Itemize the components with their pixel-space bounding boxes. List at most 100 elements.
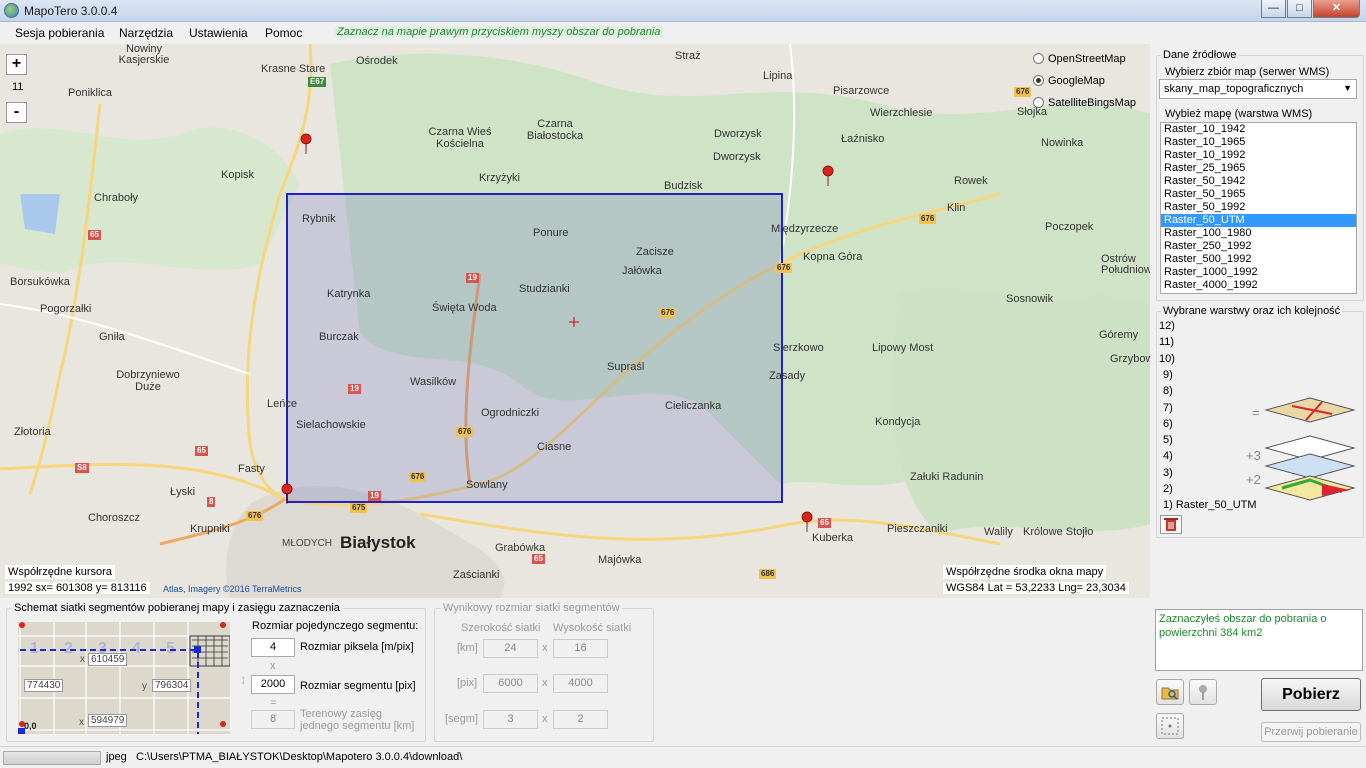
- pixel-size-input[interactable]: 4: [251, 638, 295, 657]
- layer-order-item: 11): [1159, 336, 1175, 349]
- place-label: Święta Woda: [432, 302, 497, 314]
- order-group-label: Wybrane warstwy oraz ich kolejność: [1161, 305, 1343, 317]
- layer-item[interactable]: Raster_10_1992: [1161, 149, 1356, 162]
- layer-order-item: 3): [1163, 466, 1173, 479]
- menu-help[interactable]: Pomoc: [265, 26, 302, 40]
- place-label: Kopisk: [221, 169, 255, 181]
- source-osm-radio[interactable]: OpenStreetMap: [1033, 53, 1126, 65]
- times-sign: x: [542, 713, 548, 725]
- place-label: Leńce: [267, 398, 297, 410]
- source-bing-radio[interactable]: SatelliteBingsMap: [1033, 97, 1136, 109]
- radio-checked-icon: [1033, 75, 1044, 86]
- cursor-coords-label: Współrzędne kursora: [5, 565, 115, 579]
- layer-list[interactable]: Raster_10_1942 Raster_10_1965 Raster_10_19…: [1160, 122, 1357, 294]
- place-label: Słojka: [1017, 106, 1047, 118]
- zoom-in-button[interactable]: +: [6, 54, 27, 75]
- layer-order-item: 9): [1163, 368, 1173, 381]
- delete-layer-button[interactable]: [1160, 515, 1182, 534]
- place-label: Budzisk: [664, 180, 703, 192]
- segment-size-label: Rozmiar segmentu [pix]: [300, 680, 416, 692]
- menu-bar: Sesja pobierania Narzędzia Ustawienia Po…: [0, 22, 1366, 44]
- layer-item[interactable]: Raster_25_1965: [1161, 162, 1356, 175]
- place-label: Ogrodniczki: [481, 407, 540, 419]
- layer-item[interactable]: Raster_1000_1992: [1161, 266, 1356, 279]
- segment-range-label: Terenowy zasięg jednego segmentu [km]: [300, 708, 415, 732]
- grid-height-label: Wysokość siatki: [553, 622, 632, 634]
- layer-item[interactable]: Raster_50_1942: [1161, 175, 1356, 188]
- place-label: Dobrzyniewo Duże: [116, 369, 180, 393]
- place-label: Sierzkowo: [773, 342, 824, 354]
- road-shield: 19: [368, 491, 381, 501]
- place-label: Ponure: [533, 227, 569, 239]
- grid-height-field: 16: [553, 639, 608, 658]
- grid-cell-number: 5: [166, 640, 175, 657]
- axis-label: y: [142, 681, 147, 692]
- source-google-radio[interactable]: GoogleMap: [1033, 75, 1105, 87]
- road-shield: 676: [775, 263, 793, 273]
- times-sign: x: [542, 677, 548, 689]
- layer-item[interactable]: Raster_100_1980: [1161, 227, 1356, 240]
- map-view[interactable]: + 11 - OpenStreetMap GoogleMap Satellite…: [0, 44, 1150, 598]
- road-shield: 676: [659, 308, 677, 318]
- grid-width-field: 6000: [483, 674, 538, 693]
- place-label: Ośrodek: [356, 55, 398, 67]
- place-label: Krupniki: [190, 523, 230, 535]
- open-folder-button[interactable]: [1156, 679, 1184, 705]
- layer-item[interactable]: Raster_50_UTM: [1161, 214, 1356, 227]
- place-label: Poczopek: [1045, 221, 1094, 233]
- unit-label: [segm]: [445, 713, 479, 725]
- maximize-button[interactable]: □: [1287, 0, 1312, 18]
- place-label: Lipina: [763, 70, 793, 82]
- stack-mark: +3: [1246, 448, 1261, 463]
- close-button[interactable]: ✕: [1313, 0, 1360, 18]
- road-shield: 19: [466, 273, 479, 283]
- layer-item[interactable]: Raster_10_1965: [1161, 136, 1356, 149]
- place-label: Zaścianki: [453, 569, 500, 581]
- road-shield: 8: [207, 497, 216, 507]
- trash-icon: [1164, 518, 1178, 531]
- place-label: Dworzysk: [713, 151, 761, 163]
- layer-item[interactable]: Raster_50_1965: [1161, 188, 1356, 201]
- times-sign: x: [542, 642, 548, 654]
- result-grid-label: Wynikowy rozmiar siatki segmentów: [441, 602, 622, 614]
- road-shield: 675: [350, 503, 368, 513]
- stack-mark: =: [1252, 405, 1260, 420]
- road-shield: 676: [456, 427, 474, 437]
- place-label: Rowek: [954, 175, 988, 187]
- marker-button[interactable]: [1189, 679, 1217, 705]
- place-label: Kondycja: [875, 416, 921, 428]
- place-label: Walily: [984, 526, 1013, 538]
- center-coords-label: Współrzędne środka okna mapy: [943, 565, 1107, 579]
- place-label: Grabówka: [495, 542, 546, 554]
- times-sign: x: [270, 660, 276, 672]
- wms-label: Wybierz zbiór map (serwer WMS): [1165, 66, 1330, 78]
- layer-item[interactable]: Raster_50_1992: [1161, 201, 1356, 214]
- origin-label: 0,0: [24, 721, 37, 731]
- place-label: Wierzchlesie: [870, 107, 933, 119]
- unit-label: [pix]: [457, 677, 478, 689]
- download-button[interactable]: Pobierz: [1261, 678, 1361, 711]
- menu-settings[interactable]: Ustawienia: [189, 26, 248, 40]
- menu-session[interactable]: Sesja pobierania: [15, 26, 104, 40]
- layer-item[interactable]: Raster_10_1942: [1161, 123, 1356, 136]
- place-label: Ciasne: [537, 441, 572, 453]
- road-shield: 676: [246, 511, 264, 521]
- grid-select-button[interactable]: [1156, 713, 1184, 739]
- stop-download-button[interactable]: Przerwij pobieranie: [1261, 722, 1361, 742]
- layer-item[interactable]: Raster_500_1992: [1161, 253, 1356, 266]
- wms-select[interactable]: skany_map_topograficznych ▼: [1159, 79, 1357, 99]
- x-top-value: 610459: [88, 653, 128, 666]
- wms-select-value: skany_map_topograficznych: [1164, 83, 1304, 95]
- source-osm-label: OpenStreetMap: [1048, 53, 1126, 65]
- layer-item[interactable]: Raster_4000_1992: [1161, 279, 1356, 292]
- minimize-button[interactable]: —: [1261, 0, 1286, 18]
- corner-marker: [300, 133, 312, 155]
- grid-width-field: 3: [483, 710, 538, 729]
- road-shield: 676: [919, 214, 937, 224]
- menu-tools[interactable]: Narzędzia: [119, 26, 173, 40]
- place-label: Grzybowe: [1110, 353, 1150, 365]
- layer-item[interactable]: Raster_250_1992: [1161, 240, 1356, 253]
- zoom-out-button[interactable]: -: [6, 102, 27, 123]
- download-path: C:\Users\PTMA_BIAŁYSTOK\Desktop\Mapotero…: [136, 751, 463, 763]
- segment-size-input[interactable]: 2000: [251, 675, 295, 694]
